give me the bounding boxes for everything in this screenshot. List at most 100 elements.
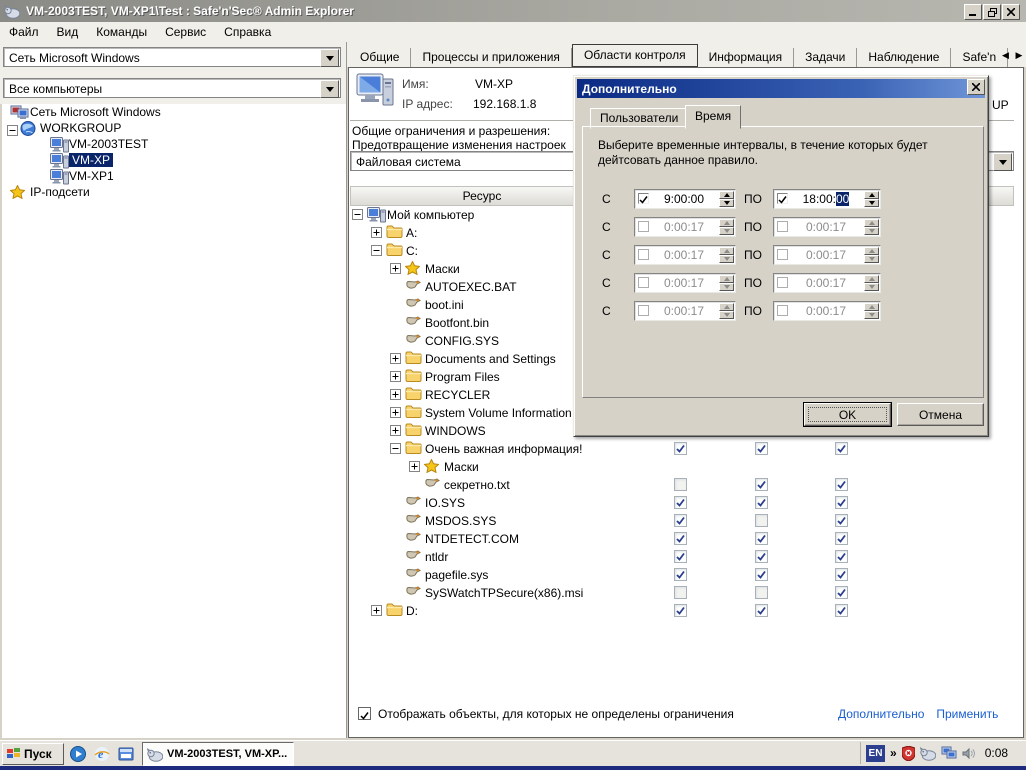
permission-checkbox[interactable] xyxy=(674,604,687,617)
network-tray-icon[interactable] xyxy=(941,746,957,760)
collapse-icon[interactable] xyxy=(7,125,18,136)
spin-up-icon[interactable] xyxy=(864,275,879,283)
resource-row[interactable]: Маски xyxy=(350,458,1014,476)
interval-checkbox[interactable] xyxy=(638,193,649,204)
resource-row[interactable]: NTDETECT.COM xyxy=(350,530,1014,548)
spin-down-icon[interactable] xyxy=(719,255,734,263)
spin-up-icon[interactable] xyxy=(719,219,734,227)
network-combo[interactable]: Сеть Microsoft Windows xyxy=(3,47,341,67)
permission-checkbox[interactable] xyxy=(755,532,768,545)
expand-icon[interactable] xyxy=(390,263,401,274)
network-tree-item[interactable]: VM-XP1 xyxy=(2,168,346,184)
spin-up-icon[interactable] xyxy=(719,303,734,311)
spin-up-icon[interactable] xyxy=(864,219,879,227)
tab-scroll-left-icon[interactable]: ◀ xyxy=(1002,50,1011,60)
tab-time[interactable]: Время xyxy=(685,105,741,129)
spin-down-icon[interactable] xyxy=(719,199,734,207)
time-spinner[interactable] xyxy=(719,191,734,207)
time-to-field[interactable]: 0:00:17 xyxy=(773,301,881,321)
permission-checkbox[interactable] xyxy=(835,478,848,491)
spin-up-icon[interactable] xyxy=(864,247,879,255)
time-spinner[interactable] xyxy=(864,247,879,263)
expand-icon[interactable] xyxy=(390,371,401,382)
resource-row[interactable]: секретно.txt xyxy=(350,476,1014,494)
permission-checkbox[interactable] xyxy=(674,442,687,455)
spin-down-icon[interactable] xyxy=(864,283,879,291)
close-button[interactable] xyxy=(1002,4,1020,20)
resource-row[interactable]: SySWatchTPSecure(x86).msi xyxy=(350,584,1014,602)
volume-icon[interactable] xyxy=(962,747,976,760)
time-from-field[interactable]: 0:00:17 xyxy=(634,301,736,321)
interval-checkbox[interactable] xyxy=(777,277,788,288)
spin-down-icon[interactable] xyxy=(719,283,734,291)
interval-checkbox[interactable] xyxy=(638,277,649,288)
minimize-button[interactable] xyxy=(964,4,982,20)
time-to-field[interactable]: 0:00:17 xyxy=(773,245,881,265)
spin-down-icon[interactable] xyxy=(864,311,879,319)
permission-checkbox[interactable] xyxy=(755,496,768,509)
expand-icon[interactable] xyxy=(390,425,401,436)
title-bar[interactable]: VM-2003TEST, VM-XP1\Test : Safe'n'Sec® A… xyxy=(0,0,1026,22)
permission-checkbox[interactable] xyxy=(835,604,848,617)
permission-checkbox[interactable] xyxy=(835,550,848,563)
menu-item-3[interactable]: Сервис xyxy=(156,22,215,42)
interval-checkbox[interactable] xyxy=(777,193,788,204)
time-spinner[interactable] xyxy=(864,219,879,235)
expand-icon[interactable] xyxy=(371,227,382,238)
resource-row[interactable]: MSDOS.SYS xyxy=(350,512,1014,530)
spin-up-icon[interactable] xyxy=(719,247,734,255)
time-from-field[interactable]: 0:00:17 xyxy=(634,273,736,293)
permission-checkbox[interactable] xyxy=(835,496,848,509)
chevron-down-icon[interactable] xyxy=(993,153,1012,171)
permission-checkbox[interactable] xyxy=(755,514,768,527)
permission-checkbox[interactable] xyxy=(674,586,687,599)
collapse-icon[interactable] xyxy=(352,209,363,220)
time-from-field[interactable]: 9:00:00 xyxy=(634,189,736,209)
interval-checkbox[interactable] xyxy=(777,221,788,232)
cancel-button[interactable]: Отмена xyxy=(897,403,984,426)
expand-icon[interactable] xyxy=(390,407,401,418)
footer-link-0[interactable]: Дополнительно xyxy=(838,707,924,721)
tab-4[interactable]: Задачи xyxy=(794,48,857,67)
permission-checkbox[interactable] xyxy=(755,604,768,617)
time-from-field[interactable]: 0:00:17 xyxy=(634,245,736,265)
expand-icon[interactable] xyxy=(390,353,401,364)
tab-5[interactable]: Наблюдение xyxy=(857,48,951,67)
spin-up-icon[interactable] xyxy=(864,191,879,199)
time-from-field[interactable]: 0:00:17 xyxy=(634,217,736,237)
permission-checkbox[interactable] xyxy=(835,568,848,581)
spin-down-icon[interactable] xyxy=(864,227,879,235)
permission-checkbox[interactable] xyxy=(674,550,687,563)
spin-down-icon[interactable] xyxy=(864,255,879,263)
permission-checkbox[interactable] xyxy=(835,586,848,599)
footer-link-1[interactable]: Применить xyxy=(936,707,998,721)
interval-checkbox[interactable] xyxy=(777,305,788,316)
permission-checkbox[interactable] xyxy=(674,496,687,509)
tab-scroll-right-icon[interactable]: ▶ xyxy=(1015,50,1024,60)
network-tree-item[interactable]: VM-2003TEST xyxy=(2,136,346,152)
restore-button[interactable] xyxy=(983,4,1001,20)
time-spinner[interactable] xyxy=(719,275,734,291)
permission-checkbox[interactable] xyxy=(674,514,687,527)
start-button[interactable]: Пуск xyxy=(2,743,64,765)
spin-up-icon[interactable] xyxy=(719,191,734,199)
time-spinner[interactable] xyxy=(864,191,879,207)
permission-checkbox[interactable] xyxy=(674,532,687,545)
spin-up-icon[interactable] xyxy=(719,275,734,283)
language-indicator[interactable]: EN xyxy=(866,745,885,762)
network-tree-item[interactable]: WORKGROUP xyxy=(2,120,346,136)
network-tree-item[interactable]: Сеть Microsoft Windows xyxy=(2,104,346,120)
network-tree-item[interactable]: IP-подсети xyxy=(2,184,346,200)
taskbar-window-button[interactable]: VM-2003TEST, VM-XP... xyxy=(142,742,294,766)
permission-checkbox[interactable] xyxy=(755,550,768,563)
show-objects-checkbox[interactable] xyxy=(358,707,371,720)
computers-combo[interactable]: Все компьютеры xyxy=(3,78,341,98)
resource-row[interactable]: pagefile.sys xyxy=(350,566,1014,584)
interval-checkbox[interactable] xyxy=(638,305,649,316)
resource-row[interactable]: ntldr xyxy=(350,548,1014,566)
safensec-tray-icon[interactable] xyxy=(920,746,936,761)
explorer-icon[interactable] xyxy=(118,746,134,762)
time-spinner[interactable] xyxy=(719,219,734,235)
ok-button[interactable]: OK xyxy=(804,403,891,426)
time-spinner[interactable] xyxy=(864,275,879,291)
